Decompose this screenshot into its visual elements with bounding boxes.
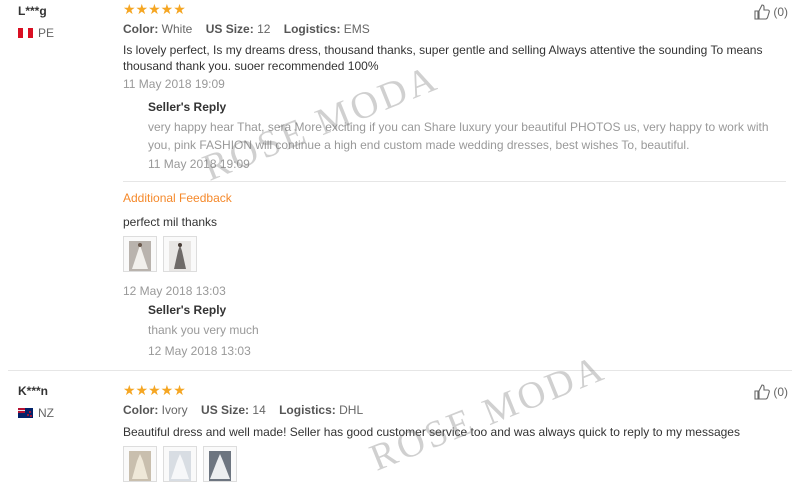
reviewer-country: NZ [18,406,54,420]
dress-photo-icon [169,451,191,481]
review-attributes: Color: Ivory US Size: 14 Logistics: DHL [123,403,364,417]
dress-photo-icon [129,451,151,481]
review-date: 11 May 2018 19:09 [123,77,225,91]
review-text: Is lovely perfect, Is my dreams dress, t… [123,43,763,73]
additional-feedback-text: perfect mil thanks [123,215,218,229]
review-text: Beautiful dress and well made! Seller ha… [123,425,740,439]
thumbs-up-icon [754,4,771,20]
seller-reply-title: Seller's Reply [148,303,227,317]
thumbs-up-icon [754,384,771,400]
feedback-photo[interactable] [123,236,157,272]
reviewer-name: L***g [18,4,47,18]
seller-reply-title: Seller's Reply [148,100,227,114]
dress-photo-icon [169,241,191,271]
dress-photo-icon [129,241,151,271]
reviewer-name: K***n [18,384,49,398]
feedback-photos [123,446,237,482]
flag-pe-icon [18,28,33,38]
dress-photo-icon [209,451,231,481]
review-item: L***g PE ★★★★★ (0) Color: White US Size:… [0,0,800,370]
additional-feedback-date: 12 May 2018 13:03 [123,284,226,298]
helpful-button[interactable]: (0) [754,384,788,400]
reviewer-country: PE [18,26,54,40]
review-item: K***n NZ ★★★★★ (0) Color: Ivory US Size:… [0,372,800,484]
seller-reply-date: 12 May 2018 13:03 [148,344,251,358]
review-divider [8,370,792,371]
country-code: NZ [38,406,54,420]
seller-reply-text: thank you very much [148,323,259,337]
country-code: PE [38,26,55,40]
flag-nz-icon [18,408,33,418]
seller-reply-date: 11 May 2018 19:09 [148,157,250,171]
feedback-photos [123,236,197,272]
additional-feedback-label: Additional Feedback [123,191,232,205]
divider [123,181,786,182]
rating-stars: ★★★★★ [123,382,186,398]
feedback-photo[interactable] [203,446,237,482]
seller-reply-text: very happy hear That, sera More exciting… [148,120,769,152]
review-attributes: Color: White US Size: 12 Logistics: EMS [123,22,370,36]
helpful-count: (0) [773,385,788,399]
helpful-button[interactable]: (0) [754,4,788,20]
feedback-photo[interactable] [163,446,197,482]
feedback-photo[interactable] [123,446,157,482]
helpful-count: (0) [773,5,788,19]
rating-stars: ★★★★★ [123,1,186,17]
feedback-photo[interactable] [163,236,197,272]
